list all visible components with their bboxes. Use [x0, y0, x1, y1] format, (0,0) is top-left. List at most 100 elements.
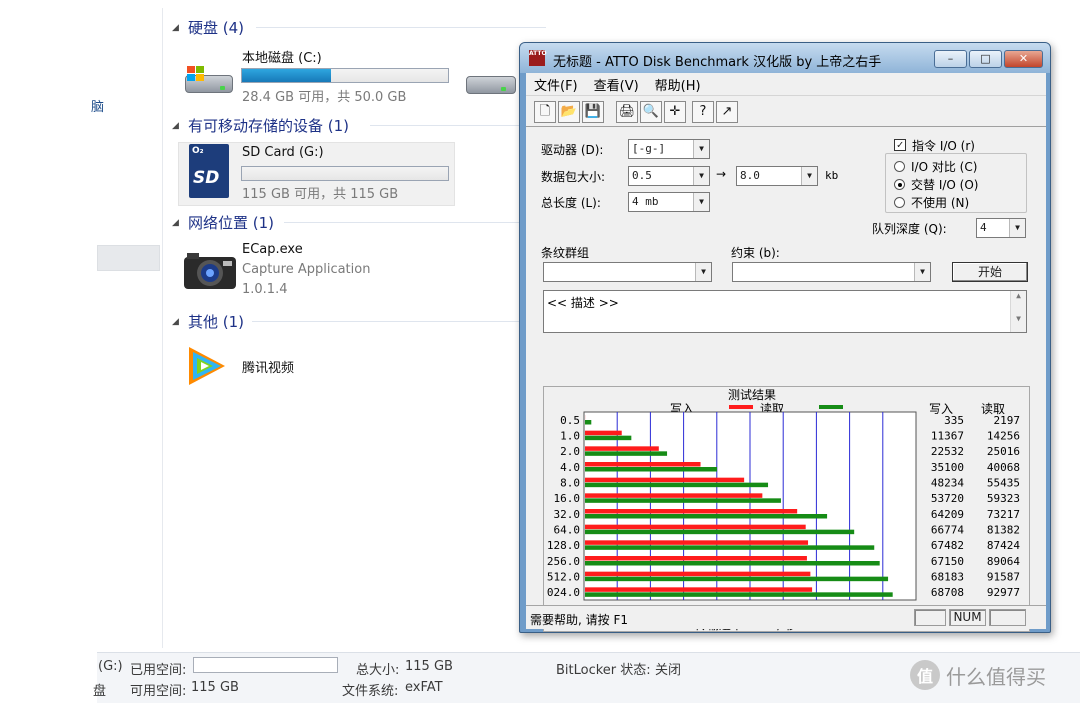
read-value-label: 73217 [987, 508, 1020, 521]
scroll-down-icon[interactable]: ▼ [1011, 314, 1026, 323]
collapse-triangle-icon[interactable]: ◢ [172, 218, 184, 228]
stripe-group-select[interactable]: ▼ [543, 262, 712, 282]
read-value-label: 81382 [987, 524, 1020, 537]
drive-select[interactable]: [-g-] ▼ [628, 139, 710, 159]
packet-size-from-select[interactable]: 0.5 ▼ [628, 166, 710, 186]
read-bar [585, 545, 875, 550]
atto-window[interactable]: ATTO 无标题 - ATTO Disk Benchmark 汉化版 by 上帝… [519, 42, 1051, 633]
details-free-label: 可用空间: [130, 684, 187, 699]
group-header-removable[interactable]: ◢ 有可移动存储的设备 (1) [172, 115, 349, 136]
context-help-icon[interactable]: ↗ [716, 101, 738, 123]
read-value-label: 55435 [987, 477, 1020, 490]
y-tick-label: 1.0 [560, 430, 580, 443]
window-title: 无标题 - ATTO Disk Benchmark 汉化版 by 上帝之右手 [553, 55, 882, 70]
watermark: 值 什么值得买 [910, 660, 1046, 690]
atto-logo-icon[interactable]: ATTO [529, 50, 547, 66]
packet-size-to-select[interactable]: 8.0 ▼ [736, 166, 818, 186]
direct-io-checkbox[interactable]: ✓ [894, 139, 906, 151]
toolbar: 🗋 📂 💾 🖨 🔍 ✛ ? ↗ [526, 95, 1046, 127]
radio-io-compare[interactable] [894, 161, 905, 172]
status-bar: 需要帮助, 请按 F1 NUM [526, 605, 1046, 629]
dropdown-arrow-icon[interactable]: ▼ [693, 193, 709, 211]
write-bar [585, 556, 807, 561]
close-button[interactable]: ✕ [1004, 50, 1043, 68]
radio-none-label: 不使用 (N) [911, 196, 970, 210]
dropdown-arrow-icon[interactable]: ▼ [693, 140, 709, 158]
camera-icon [184, 253, 236, 289]
read-bar [585, 498, 781, 503]
maximize-button[interactable]: □ [969, 50, 1002, 68]
description-scrollbar[interactable]: ▲ ▼ [1010, 291, 1026, 332]
write-value-label: 66774 [931, 524, 964, 537]
menu-view[interactable]: 查看(V) [586, 75, 647, 94]
radio-none[interactable] [894, 197, 905, 208]
read-bar [585, 451, 668, 456]
group-header-network[interactable]: ◢ 网络位置 (1) [172, 212, 274, 233]
read-bar [585, 529, 855, 535]
radio-io-compare-label: I/O 对比 (C) [911, 160, 978, 174]
dropdown-arrow-icon[interactable]: ▼ [695, 263, 711, 281]
save-icon[interactable]: 💾 [582, 101, 604, 123]
description-text: << 描述 >> [547, 296, 619, 310]
read-bar [585, 576, 889, 582]
details-used-label: 已用空间: [130, 663, 187, 678]
read-value-label: 92977 [987, 586, 1020, 599]
sd-card-name[interactable]: SD Card (G:) [242, 145, 324, 160]
constraint-label: 约束 (b): [731, 246, 780, 260]
new-icon[interactable]: 🗋 [534, 101, 556, 123]
sd-card-usage-bar [241, 166, 449, 181]
group-header-other[interactable]: ◢ 其他 (1) [172, 311, 244, 332]
results-panel: 测试结果写入读取写入读取0102030405060708090100传输速率 -… [543, 386, 1030, 632]
read-value-label: 59323 [987, 492, 1020, 505]
legend-swatch [729, 405, 753, 409]
queue-depth-select[interactable]: 4 ▼ [976, 218, 1026, 238]
packet-from-value: 0.5 [632, 169, 652, 182]
read-value-label: 40068 [987, 461, 1020, 474]
menu-file[interactable]: 文件(F) [526, 75, 586, 94]
dropdown-arrow-icon[interactable]: ▼ [914, 263, 930, 281]
start-button[interactable]: 开始 [952, 262, 1028, 282]
dropdown-arrow-icon[interactable]: ▼ [1009, 219, 1025, 237]
navigation-pane[interactable] [97, 8, 163, 648]
open-icon[interactable]: 📂 [558, 101, 580, 123]
details-prefix: 盘 [93, 684, 107, 699]
sd-card-space: 115 GB 可用，共 115 GB [242, 187, 399, 202]
preview-icon[interactable]: 🔍 [640, 101, 662, 123]
local-disk-name[interactable]: 本地磁盘 (C:) [242, 47, 322, 66]
collapse-triangle-icon[interactable]: ◢ [172, 121, 184, 131]
move-icon[interactable]: ✛ [664, 101, 686, 123]
details-bitlocker-value: 关闭 [655, 663, 682, 678]
group-label: 网络位置 (1) [188, 214, 275, 232]
minimize-button[interactable]: – [934, 50, 967, 68]
dropdown-arrow-icon[interactable]: ▼ [693, 167, 709, 185]
nav-item-fragment[interactable]: 脑 [91, 96, 104, 115]
radio-overlap-io[interactable] [894, 179, 905, 190]
collapse-triangle-icon[interactable]: ◢ [172, 317, 184, 327]
packet-unit: kb [825, 169, 839, 182]
read-value-label: 89064 [987, 555, 1020, 568]
drive-label: 驱动器 (D): [541, 143, 604, 157]
sd-badge: O₂ [192, 146, 204, 156]
nav-item-highlight[interactable] [97, 245, 160, 271]
queue-depth-value: 4 [980, 221, 987, 234]
write-bar [585, 477, 745, 483]
constraint-select[interactable]: ▼ [732, 262, 931, 282]
title-bar[interactable]: ATTO 无标题 - ATTO Disk Benchmark 汉化版 by 上帝… [520, 43, 1050, 73]
ecap-name[interactable]: ECap.exe [242, 242, 303, 257]
description-box[interactable]: << 描述 >> ▲ ▼ [543, 290, 1027, 333]
tencent-video-name[interactable]: 腾讯视频 [242, 357, 294, 376]
write-bar [585, 430, 622, 436]
dropdown-arrow-icon[interactable]: ▼ [801, 167, 817, 185]
menu-help[interactable]: 帮助(H) [647, 75, 709, 94]
y-tick-label: 4.0 [560, 461, 580, 474]
details-total-value: 115 GB [405, 659, 453, 674]
collapse-triangle-icon[interactable]: ◢ [172, 23, 184, 33]
help-icon[interactable]: ? [692, 101, 714, 123]
arrow-icon: → [716, 167, 727, 181]
hard-disk-icon[interactable] [466, 67, 516, 97]
total-length-select[interactable]: 4 mb ▼ [628, 192, 710, 212]
scroll-up-icon[interactable]: ▲ [1011, 291, 1026, 300]
group-header-hard-disks[interactable]: ◢ 硬盘 (4) [172, 17, 244, 38]
local-disk-usage-bar [241, 68, 449, 83]
print-icon[interactable]: 🖨 [616, 101, 638, 123]
